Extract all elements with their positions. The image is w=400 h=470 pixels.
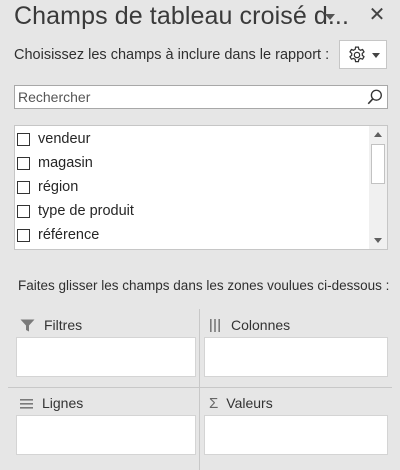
field-item-partial[interactable] — [17, 248, 38, 249]
area-divider-horizontal — [8, 387, 392, 388]
drag-fields-label: Faites glisser les champs dans les zones… — [18, 278, 390, 293]
values-drop-zone[interactable] — [204, 415, 388, 455]
field-list-scrollbar[interactable] — [369, 126, 387, 249]
field-item-type-de-produit[interactable]: type de produit — [17, 200, 134, 222]
filter-icon — [20, 319, 35, 331]
chevron-down-icon — [372, 53, 380, 58]
field-checkbox[interactable] — [17, 132, 30, 146]
pane-options-dropdown-icon[interactable] — [325, 14, 335, 20]
columns-area-label: Colonnes — [231, 317, 291, 333]
rows-area-label: Lignes — [42, 395, 84, 411]
field-item-region[interactable]: région — [17, 176, 78, 198]
field-label: région — [38, 179, 79, 195]
choose-fields-label: Choisissez les champs à inclure dans le … — [14, 47, 330, 63]
field-item-magasin[interactable]: magasin — [17, 152, 93, 174]
field-label: référence — [38, 227, 100, 243]
columns-area-header: Colonnes — [209, 315, 290, 335]
search-input[interactable] — [15, 86, 358, 108]
values-area-label: Valeurs — [226, 395, 273, 411]
filters-area-label: Filtres — [44, 317, 83, 333]
field-checkbox[interactable] — [17, 228, 30, 242]
scroll-thumb[interactable] — [371, 144, 385, 184]
field-label: type de produit — [38, 203, 134, 219]
pane-title: Champs de tableau croisé d... — [14, 2, 350, 30]
field-checkbox[interactable] — [17, 180, 30, 194]
gear-icon — [349, 46, 365, 63]
values-area-header: Σ Valeurs — [209, 393, 273, 413]
sigma-icon: Σ — [209, 394, 219, 412]
field-search-box — [14, 85, 388, 109]
rows-area-header: Lignes — [20, 393, 83, 413]
field-list: vendeur magasin région type de produit r… — [14, 125, 388, 250]
scroll-up-arrow[interactable] — [369, 126, 387, 143]
field-label: vendeur — [38, 131, 91, 147]
rows-drop-zone[interactable] — [16, 415, 196, 455]
columns-drop-zone[interactable] — [204, 337, 388, 377]
scroll-down-arrow[interactable] — [369, 232, 387, 249]
search-icon[interactable] — [366, 88, 384, 106]
field-label: magasin — [38, 155, 93, 171]
close-pane-button[interactable]: ✕ — [366, 4, 388, 26]
filters-area-header: Filtres — [20, 315, 82, 335]
rows-icon — [20, 398, 33, 409]
field-item-reference[interactable]: référence — [17, 224, 99, 246]
tools-settings-button[interactable] — [339, 40, 387, 69]
area-divider-vertical — [199, 309, 200, 470]
field-item-vendeur[interactable]: vendeur — [17, 128, 90, 150]
filters-drop-zone[interactable] — [16, 337, 196, 377]
field-checkbox[interactable] — [17, 204, 30, 218]
field-checkbox[interactable] — [17, 156, 30, 170]
columns-icon — [210, 318, 220, 332]
